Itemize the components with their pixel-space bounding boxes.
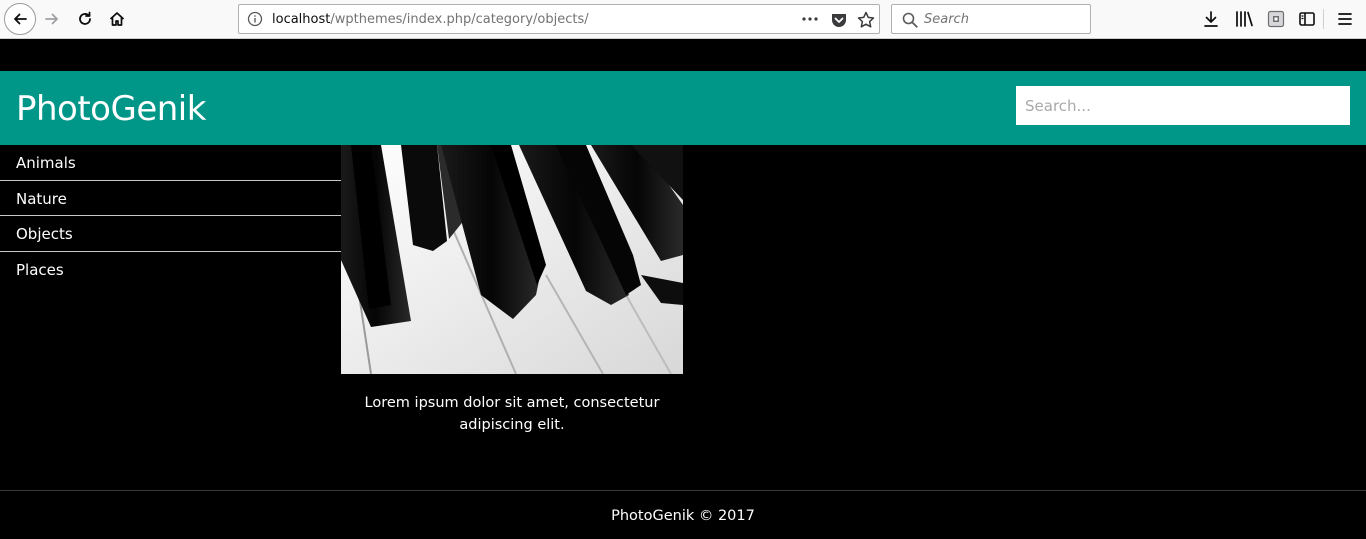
pocket-icon[interactable] (830, 11, 848, 29)
download-icon (1204, 11, 1218, 27)
back-icon (14, 13, 27, 25)
site-title[interactable]: PhotoGenik (16, 89, 206, 129)
nav-item-animals[interactable]: Animals (0, 145, 341, 181)
toolbar-separator (1323, 9, 1324, 29)
sidebar-icon (1299, 12, 1315, 26)
nav-item-places[interactable]: Places (0, 252, 341, 288)
browser-search-field[interactable]: Search (891, 4, 1091, 34)
browser-search-placeholder: Search (924, 12, 969, 27)
search-icon (902, 12, 918, 28)
footer-divider (0, 490, 1366, 491)
reload-icon (79, 11, 91, 25)
url-host: localhost (272, 12, 331, 27)
category-nav: Animals Nature Objects Places (0, 145, 341, 287)
nav-item-nature[interactable]: Nature (0, 181, 341, 216)
url-text[interactable]: localhost/wpthemes/index.php/category/ob… (272, 12, 589, 27)
footer-copyright: PhotoGenik © 2017 (611, 508, 755, 524)
info-icon[interactable] (247, 11, 263, 27)
post-excerpt: Lorem ipsum dolor sit amet, consectetur … (364, 395, 660, 433)
browser-toolbar: localhost/wpthemes/index.php/category/ob… (0, 0, 1366, 39)
url-path: /wpthemes/index.php/category/objects/ (330, 12, 589, 27)
forward-icon (45, 13, 58, 25)
post-image-piano-keys[interactable] (341, 145, 683, 374)
sidebar-button[interactable] (1296, 8, 1318, 30)
extension-button[interactable] (1265, 8, 1287, 30)
bookmark-star-icon[interactable] (856, 10, 876, 30)
site-header: PhotoGenik (0, 71, 1366, 145)
main-menu-button[interactable] (1334, 8, 1356, 30)
extension-icon (1267, 10, 1285, 28)
home-icon (109, 12, 125, 26)
nav-item-objects[interactable]: Objects (0, 216, 341, 252)
forward-button[interactable] (40, 7, 64, 31)
reload-button[interactable] (73, 7, 97, 31)
home-button[interactable] (105, 7, 129, 31)
page-actions-button[interactable] (801, 9, 819, 29)
url-bar[interactable]: localhost/wpthemes/index.php/category/ob… (238, 4, 880, 34)
post-card: Lorem ipsum dolor sit amet, consectetur … (341, 145, 683, 436)
back-button[interactable] (4, 3, 36, 35)
downloads-button[interactable] (1200, 8, 1222, 30)
site-search-input[interactable] (1016, 86, 1350, 125)
hamburger-menu-icon (1338, 13, 1352, 25)
more-icon (802, 17, 818, 21)
library-button[interactable] (1233, 8, 1255, 30)
library-icon (1236, 11, 1253, 27)
